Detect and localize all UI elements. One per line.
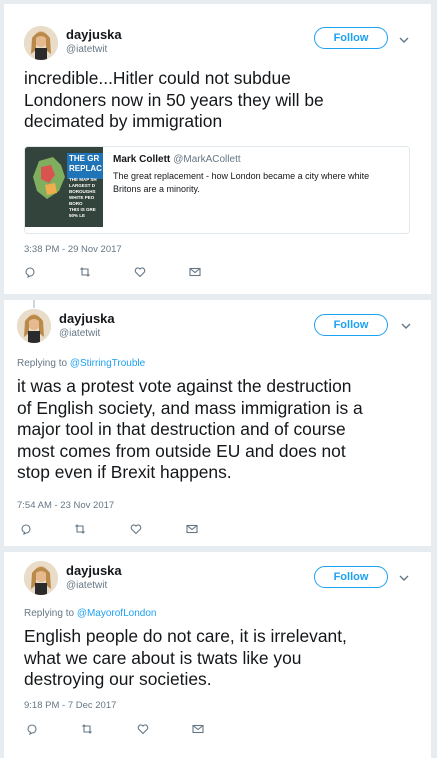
tweet-text-line: major tool in that destruction and of co… [17,419,346,439]
message-icon[interactable] [192,723,204,735]
avatar[interactable] [24,561,58,595]
timestamp[interactable]: 3:38 PM - 29 Nov 2017 [24,244,122,255]
tweet-card-3: dayjuska @iatetwit Follow Replying to @M… [4,552,431,758]
reply-icon[interactable] [20,523,32,535]
avatar[interactable] [24,26,58,60]
like-icon[interactable] [130,523,142,535]
tweet-text-line: English people do not care, it is irrele… [24,626,347,646]
quoted-image-caption-line: 50% LE [69,213,86,218]
replying-to: Replying to @StirringTrouble [17,358,145,369]
quoted-author[interactable]: Mark Collett @MarkACollett [113,154,241,165]
tweet-text-line: incredible...Hitler could not subdue [24,68,291,88]
tweet-text-line: of English society, and mass immigration… [17,397,363,418]
quoted-text-line: The great replacement - how London becam… [113,171,370,181]
reply-icon[interactable] [24,266,36,278]
quoted-image-caption: THE MAP SH LARGEST D BOROUGHS WHITE PEO … [69,177,97,219]
retweet-icon[interactable] [81,723,93,735]
quoted-image-title-line: REPLAC [69,164,102,173]
quoted-text-line: Britons are a minority. [113,184,200,194]
tweet-text-line: decimated by immigration [24,111,223,131]
username[interactable]: @iatetwit [66,44,107,55]
tweet-text-line: destroying our societies. [24,669,212,689]
retweet-icon[interactable] [74,523,86,535]
like-icon[interactable] [137,723,149,735]
thread-line [33,300,35,308]
tweet-text-line: it was a protest vote against the destru… [17,376,352,396]
timestamp[interactable]: 7:54 AM - 23 Nov 2017 [17,500,114,511]
tweet-text: English people do not care, it is irrele… [24,626,347,691]
tweet-text: it was a protest vote against the destru… [17,376,363,484]
display-name[interactable]: dayjuska [66,563,122,578]
tweet-text-line: most comes from outside EU and does not [17,440,346,461]
tweet-text-line: what we care about is twats like you [24,647,302,668]
quoted-display-name: Mark Collett [113,154,171,165]
quoted-username: @MarkACollett [173,154,241,165]
quoted-tweet[interactable]: THE GR REPLAC THE MAP SH LARGEST D BOROU… [24,146,410,234]
replying-to-mention[interactable]: @MayorofLondon [77,608,157,619]
reply-icon[interactable] [26,723,38,735]
chevron-down-icon[interactable] [398,34,410,46]
quoted-tweet-image: THE GR REPLAC THE MAP SH LARGEST D BOROU… [25,147,103,227]
tweet-text-line: stop even if Brexit happens. [17,462,232,482]
replying-to-label: Replying to [17,358,68,369]
username[interactable]: @iatetwit [66,580,107,591]
tweet-card-2: dayjuska @iatetwit Follow Replying to @S… [4,300,431,546]
tweet-card-1: dayjuska @iatetwit Follow incredible...H… [4,4,431,294]
tweet-text: incredible...Hitler could not subdue Lon… [24,68,324,133]
chevron-down-icon[interactable] [398,572,410,584]
follow-button[interactable]: Follow [314,566,388,588]
like-icon[interactable] [134,266,146,278]
replying-to-mention[interactable]: @StirringTrouble [70,358,145,369]
retweet-icon[interactable] [79,266,91,278]
replying-to: Replying to @MayorofLondon [24,608,156,619]
avatar[interactable] [17,309,51,343]
username[interactable]: @iatetwit [59,328,100,339]
replying-to-label: Replying to [24,608,75,619]
chevron-down-icon[interactable] [400,320,412,332]
message-icon[interactable] [189,266,201,278]
quoted-tweet-text: The great replacement - how London becam… [113,170,369,196]
follow-button[interactable]: Follow [314,314,388,336]
tweet-text-line: Londoners now in 50 years they will be [24,89,324,110]
display-name[interactable]: dayjuska [59,311,115,326]
timestamp[interactable]: 9:18 PM - 7 Dec 2017 [24,700,116,711]
quoted-image-title-line: THE GR [69,154,100,163]
display-name[interactable]: dayjuska [66,27,122,42]
quoted-image-title: THE GR REPLAC [69,154,102,174]
follow-button[interactable]: Follow [314,27,388,49]
message-icon[interactable] [186,523,198,535]
